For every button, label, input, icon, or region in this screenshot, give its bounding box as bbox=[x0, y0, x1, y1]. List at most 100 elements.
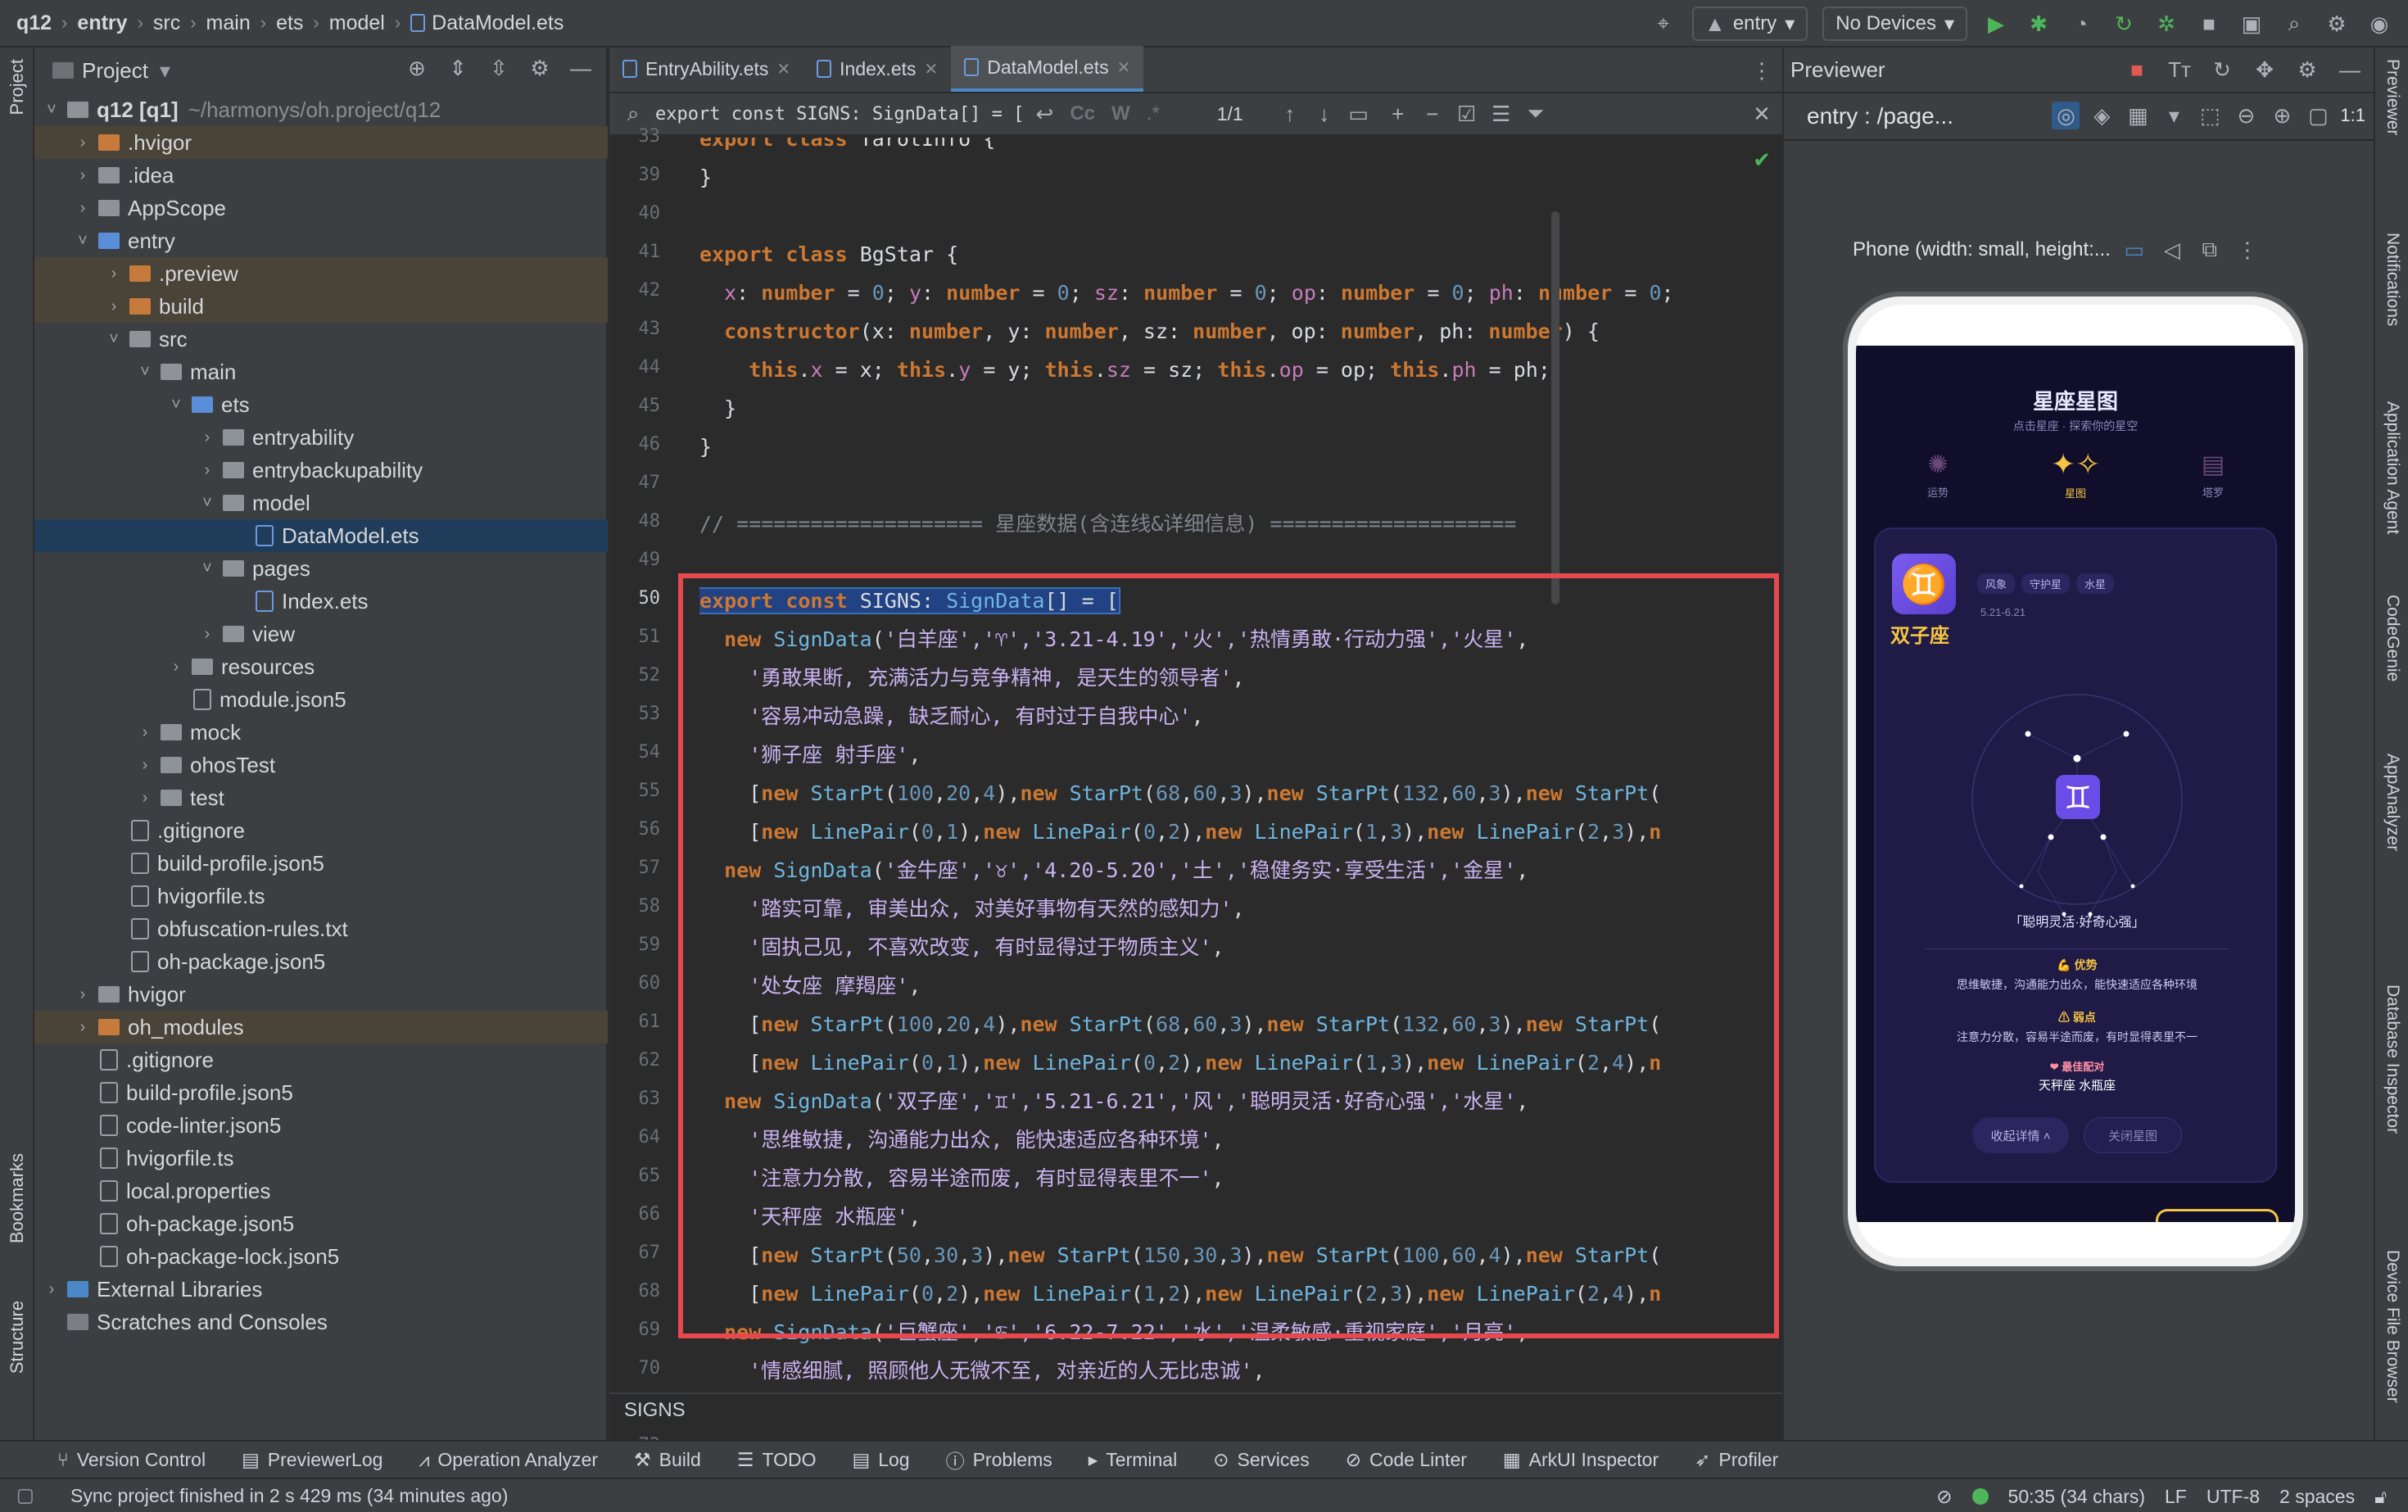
chevron-down-icon[interactable]: ▾ bbox=[160, 58, 170, 84]
close-icon[interactable]: ✕ bbox=[1117, 57, 1131, 78]
screen-icon[interactable]: ▭ bbox=[2121, 236, 2148, 264]
close-icon[interactable]: ✕ bbox=[925, 59, 939, 79]
nav-fortune[interactable]: ✺ 运势 bbox=[1913, 450, 1962, 500]
more-vertical-icon[interactable]: ⋮ bbox=[1748, 57, 1776, 84]
operation-analyzer-tab[interactable]: ⩘ Operation Analyzer bbox=[419, 1449, 598, 1471]
tree-item[interactable]: › .hvigor bbox=[34, 126, 608, 159]
search-icon[interactable]: ⌕ bbox=[619, 100, 647, 128]
tree-item[interactable]: ˅ main bbox=[34, 355, 608, 388]
inspector-icon[interactable]: ✥ bbox=[2251, 56, 2279, 84]
breadcrumb-file[interactable]: DataModel.ets bbox=[432, 11, 564, 35]
profile-icon[interactable]: ✲ bbox=[2152, 10, 2180, 38]
expand-arrow-icon[interactable]: › bbox=[136, 789, 154, 808]
account-icon[interactable]: ◉ bbox=[2365, 10, 2393, 38]
application-agent-tool-tab[interactable]: Application Agent bbox=[2375, 401, 2408, 534]
remove-selection-icon[interactable]: − bbox=[1419, 100, 1446, 128]
filter-icon[interactable]: ⏷ bbox=[1522, 100, 1550, 128]
code-linter-tab[interactable]: ⊘ Code Linter bbox=[1346, 1449, 1467, 1471]
arkui-inspector-tab[interactable]: ▦ ArkUI Inspector bbox=[1503, 1449, 1659, 1471]
expand-arrow-icon[interactable]: ˅ bbox=[167, 396, 185, 414]
code-line[interactable]: // ==================== 星座数据(含连线&详细信息) =… bbox=[699, 506, 1516, 542]
tree-item[interactable]: › .preview bbox=[34, 257, 608, 290]
rotate-icon[interactable]: ⧉ bbox=[2196, 236, 2224, 264]
attach-debugger-icon[interactable]: ◔ bbox=[2067, 10, 2095, 38]
expand-arrow-icon[interactable]: › bbox=[198, 625, 216, 644]
tree-item[interactable]: › hvigor bbox=[34, 978, 608, 1011]
expand-arrow-icon[interactable]: › bbox=[74, 199, 92, 218]
nav-starmap[interactable]: ✦✧ 星图 bbox=[2051, 447, 2100, 500]
tab-entryability[interactable]: EntryAbility.ets ✕ bbox=[609, 46, 803, 92]
tree-item[interactable]: › view bbox=[34, 618, 608, 650]
font-size-icon[interactable]: Tт bbox=[2166, 56, 2193, 84]
find-input[interactable]: export const SIGNS: SignData[] = [ bbox=[655, 104, 1024, 124]
status-indicator-icon[interactable] bbox=[1971, 1488, 1989, 1505]
tree-item[interactable]: › .idea bbox=[34, 159, 608, 192]
hide-icon[interactable]: — bbox=[567, 54, 595, 82]
expand-arrow-icon[interactable]: ˅ bbox=[198, 559, 216, 578]
expand-arrow-icon[interactable]: ˅ bbox=[136, 363, 154, 382]
refresh-icon[interactable]: ↻ bbox=[2208, 56, 2236, 84]
tree-item[interactable]: DataModel.ets bbox=[34, 519, 608, 552]
device-manager-icon[interactable]: ▣ bbox=[2238, 10, 2265, 38]
expand-arrow-icon[interactable]: › bbox=[43, 1280, 61, 1299]
run-config-select[interactable]: ▲ entry ▾ bbox=[1691, 7, 1808, 41]
arrow-up-icon[interactable]: ↑ bbox=[1276, 100, 1304, 128]
device-select[interactable]: No Devices ▾ bbox=[1822, 7, 1967, 41]
bookmarks-tool-tab[interactable]: Bookmarks bbox=[0, 1153, 34, 1243]
stop-icon[interactable]: ■ bbox=[2195, 10, 2223, 38]
lock-icon[interactable]: 🔓︎ bbox=[2374, 1486, 2387, 1508]
expand-arrow-icon[interactable]: ˅ bbox=[105, 330, 123, 349]
target-icon[interactable]: ⌖ bbox=[1650, 10, 1677, 38]
codegenie-tool-tab[interactable]: CodeGenie bbox=[2375, 595, 2408, 681]
run-icon[interactable]: ▶ bbox=[1982, 10, 2010, 38]
regex-icon[interactable]: .* bbox=[1147, 102, 1160, 125]
build-tab[interactable]: ⚒ Build bbox=[634, 1449, 701, 1471]
collapse-all-icon[interactable]: ⇳ bbox=[485, 54, 513, 82]
previewer-tool-tab[interactable]: Previewer bbox=[2375, 59, 2408, 135]
todo-tab[interactable]: ☰ TODO bbox=[737, 1449, 817, 1471]
expand-arrow-icon[interactable]: › bbox=[74, 985, 92, 1004]
tab-index[interactable]: Index.ets ✕ bbox=[803, 46, 951, 92]
select-all-icon[interactable]: ▭ bbox=[1345, 100, 1373, 128]
tree-item[interactable]: › External Libraries bbox=[34, 1273, 608, 1306]
find-history-icon[interactable]: ↩ bbox=[1030, 100, 1058, 128]
code-line[interactable]: x: number = 0; y: number = 0; sz: number… bbox=[699, 275, 1673, 311]
code-line[interactable]: } bbox=[699, 160, 712, 196]
match-case-icon[interactable]: Cc bbox=[1070, 102, 1095, 125]
tree-item[interactable]: code-linter.json5 bbox=[34, 1109, 608, 1142]
apply-changes-icon[interactable]: ↻ bbox=[2110, 10, 2138, 38]
code-line[interactable]: export class TarotInfo { bbox=[699, 138, 995, 157]
tree-item[interactable]: › oh_modules bbox=[34, 1011, 608, 1043]
tree-item[interactable]: › ohosTest bbox=[34, 749, 608, 781]
expand-arrow-icon[interactable]: › bbox=[105, 265, 123, 283]
hide-icon[interactable]: — bbox=[2336, 56, 2364, 84]
expand-arrow-icon[interactable]: › bbox=[136, 723, 154, 742]
tree-item[interactable]: › resources bbox=[34, 650, 608, 683]
expand-arrow-icon[interactable]: › bbox=[198, 428, 216, 447]
project-panel-title[interactable]: Project bbox=[82, 58, 148, 84]
chevron-down-icon[interactable]: ▾ bbox=[2160, 102, 2188, 129]
no-power-icon[interactable]: ⊘ bbox=[1936, 1486, 1952, 1508]
close-starmap-button[interactable]: 关闭星图 bbox=[2084, 1117, 2182, 1153]
log-tab[interactable]: ▤ Log bbox=[852, 1449, 909, 1471]
breadcrumb-model[interactable]: model bbox=[329, 11, 385, 35]
search-icon[interactable]: ⌕ bbox=[2280, 10, 2308, 38]
device-file-browser-tool-tab[interactable]: Device File Browser bbox=[2375, 1250, 2408, 1403]
toggle-selection-icon[interactable]: ☑ bbox=[1453, 100, 1481, 128]
settings-icon[interactable]: ⚙ bbox=[526, 54, 554, 82]
notifications-tool-tab[interactable]: Notifications bbox=[2375, 233, 2408, 326]
tree-item[interactable]: ˅ model bbox=[34, 487, 608, 519]
breadcrumb-main[interactable]: main bbox=[206, 11, 251, 35]
tree-item[interactable]: › AppScope bbox=[34, 192, 608, 224]
code-line[interactable]: } bbox=[699, 391, 736, 427]
profiler-tab[interactable]: ➶ Profiler bbox=[1695, 1449, 1778, 1471]
expand-all-icon[interactable]: ⇕ bbox=[444, 54, 472, 82]
route-select[interactable]: entry : /page... bbox=[1807, 103, 1953, 129]
breadcrumb-project[interactable]: q12 bbox=[16, 11, 52, 35]
tree-item[interactable]: › build bbox=[34, 290, 608, 323]
frame-icon[interactable]: ⬚ bbox=[2196, 102, 2224, 129]
tree-item[interactable]: local.properties bbox=[34, 1175, 608, 1207]
tree-item[interactable]: build-profile.json5 bbox=[34, 1076, 608, 1109]
file-encoding[interactable]: UTF-8 bbox=[2207, 1486, 2260, 1508]
breadcrumb-module[interactable]: entry bbox=[77, 11, 127, 35]
